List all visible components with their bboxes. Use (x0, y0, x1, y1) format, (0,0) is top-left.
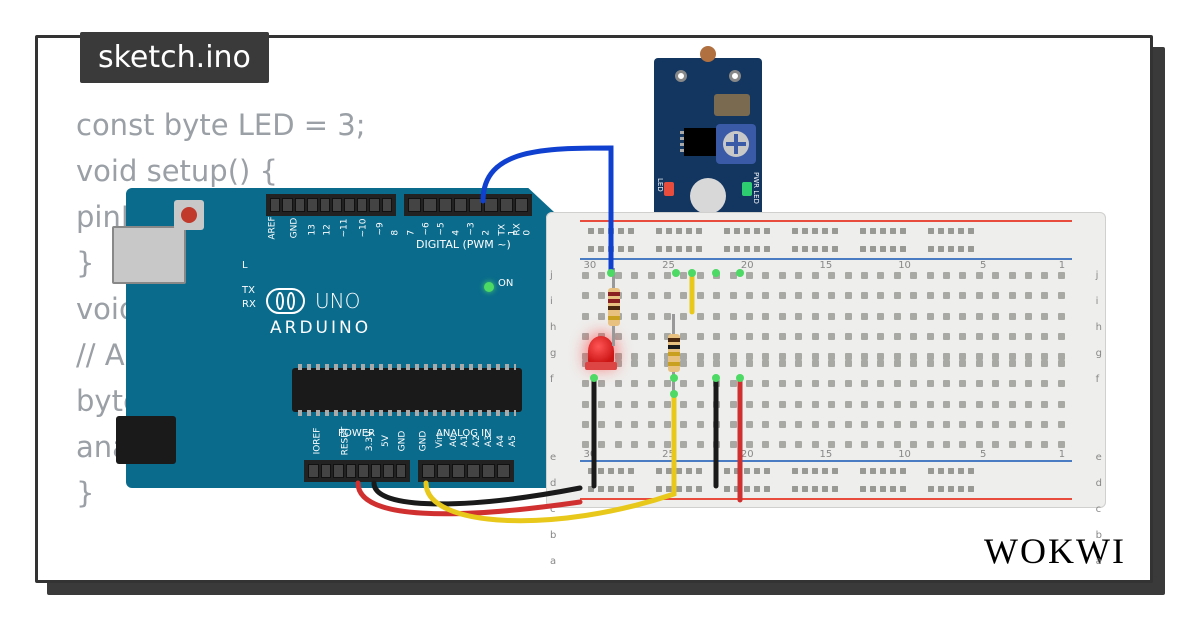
tx-label: TX (242, 284, 256, 298)
card: sketch.ino const byte LED = 3; void setu… (35, 35, 1153, 583)
stage: sketch.ino const byte LED = 3; void setu… (35, 35, 1165, 595)
row-labels-left: jihgfedcba (550, 270, 556, 572)
rail-bot-holes (588, 468, 1064, 492)
led-label-right: PWR LED (752, 172, 760, 204)
on-led-icon (484, 282, 494, 292)
uno-subtitle: ARDUINO (270, 318, 371, 338)
power-jack (116, 416, 176, 464)
uno-title: UNO (315, 289, 360, 313)
col-labels-top: 302520151051 (582, 260, 1070, 271)
circuit-canvas[interactable]: L TX RX UNO ARDUINO ON DIGITAL (PWM ~) P… (126, 58, 1106, 538)
on-label: ON (498, 278, 513, 289)
l-label: L (242, 260, 248, 271)
pwr-led (742, 182, 752, 196)
resistor-220[interactable] (608, 288, 620, 326)
header-top-right[interactable] (404, 194, 532, 216)
ldr-icon (700, 46, 716, 62)
bot-pin-labels: IOREFRESET3.3V5VGNDGNDVinA0A1A2A3A4A5 (304, 436, 512, 446)
terminal-bot[interactable] (560, 360, 1092, 448)
header-top-left[interactable] (266, 194, 396, 216)
uno-logo: UNO (266, 288, 360, 314)
mounting-holes (654, 70, 762, 82)
atmega-chip (292, 368, 522, 412)
terminal-top[interactable] (560, 272, 1092, 360)
arduino-uno[interactable]: L TX RX UNO ARDUINO ON DIGITAL (PWM ~) P… (126, 188, 554, 488)
usb-port (112, 226, 186, 284)
rail-top (560, 220, 1092, 260)
rail-bot (560, 460, 1092, 500)
infinity-icon (266, 288, 305, 314)
led-label-left: LED (656, 178, 664, 192)
reset-button[interactable] (174, 200, 204, 230)
sensor-cyl (690, 178, 726, 214)
digital-label: DIGITAL (PWM ~) (416, 238, 511, 251)
resistor-10k[interactable] (668, 334, 680, 372)
col-labels-bot: 302520151051 (582, 449, 1070, 460)
top-pin-labels: AREFGND1312~11~10~987~6~54~32TX 1RX 0 (266, 218, 530, 238)
rail-top-holes (588, 228, 1064, 252)
row-labels-right: jihgfedcba (1096, 270, 1102, 572)
txrx-labels: TX RX (242, 284, 256, 312)
header-bot-right[interactable] (418, 460, 514, 482)
led-red[interactable] (588, 336, 614, 366)
breadboard[interactable]: 302520151051 302520151051 jihgfedcba jih… (546, 212, 1106, 508)
d0-led (664, 182, 674, 196)
trimpot[interactable] (716, 124, 756, 164)
rx-label: RX (242, 298, 256, 312)
header-bot-left[interactable] (304, 460, 410, 482)
capacitor (714, 94, 750, 116)
